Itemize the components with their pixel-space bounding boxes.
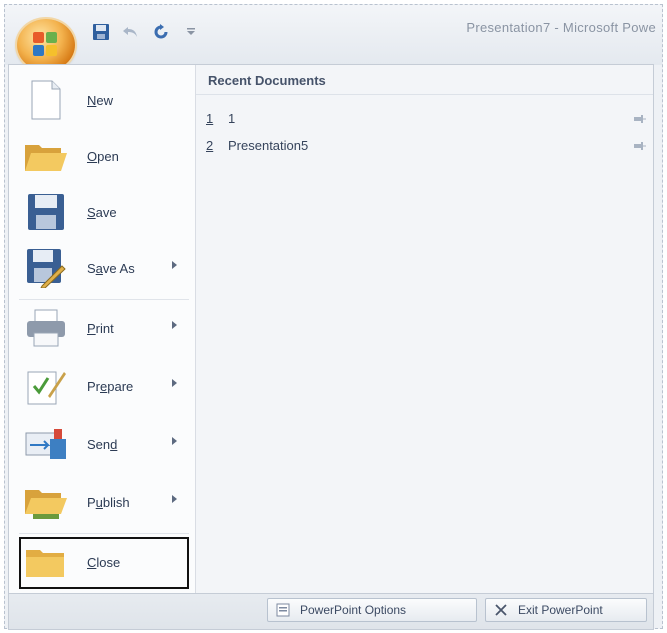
window-title: Presentation7 - Microsoft Powe: [466, 20, 656, 35]
menu-item-label: Send: [87, 436, 118, 452]
save-icon[interactable]: [89, 21, 113, 43]
submenu-arrow-icon: [172, 495, 177, 503]
printer-icon: [21, 306, 71, 350]
pin-icon[interactable]: [634, 112, 646, 123]
menu-item-close[interactable]: Close: [13, 535, 191, 589]
submenu-arrow-icon: [172, 379, 177, 387]
pin-icon[interactable]: [634, 139, 646, 150]
menu-footer: PowerPoint Options Exit PowerPoint: [8, 594, 654, 630]
menu-item-publish[interactable]: Publish: [13, 475, 191, 529]
menu-item-label: Print: [87, 320, 114, 336]
save-icon: [21, 190, 71, 234]
menu-item-prepare[interactable]: Prepare: [13, 359, 191, 413]
open-folder-icon: [21, 134, 71, 178]
menu-item-save-as[interactable]: Save As: [13, 241, 191, 295]
menu-item-label: Publish: [87, 494, 130, 510]
menu-commands: New Open Save Save As Print Prepare Send…: [9, 65, 196, 593]
new-document-icon: [21, 78, 71, 122]
close-icon: [492, 601, 510, 619]
menu-item-label: New: [87, 92, 114, 108]
recent-documents-pane: Recent Documents 1 1 2 Presentation5: [196, 65, 653, 593]
recent-document-name: Presentation5: [228, 137, 309, 153]
powerpoint-options-button[interactable]: PowerPoint Options: [267, 598, 477, 622]
menu-item-print[interactable]: Print: [13, 301, 191, 355]
exit-powerpoint-label: Exit PowerPoint: [518, 603, 603, 617]
menu-item-label: Save As: [87, 260, 135, 276]
send-icon: [21, 422, 71, 466]
menu-item-send[interactable]: Send: [13, 417, 191, 471]
recent-document-number: 1: [206, 110, 214, 126]
exit-powerpoint-button[interactable]: Exit PowerPoint: [485, 598, 647, 622]
submenu-arrow-icon: [172, 437, 177, 445]
recent-document-name: 1: [228, 110, 236, 126]
menu-item-save[interactable]: Save: [13, 185, 191, 239]
recent-document-item[interactable]: 1 1: [206, 107, 646, 129]
submenu-arrow-icon: [172, 321, 177, 329]
recent-document-item[interactable]: 2 Presentation5: [206, 134, 646, 156]
redo-icon[interactable]: [149, 21, 173, 43]
publish-icon: [21, 480, 71, 524]
prepare-icon: [21, 364, 71, 408]
recent-document-number: 2: [206, 137, 214, 153]
menu-item-open[interactable]: Open: [13, 129, 191, 183]
menu-item-label: Prepare: [87, 378, 134, 394]
menu-item-label: Open: [87, 148, 119, 164]
menu-divider: [19, 299, 189, 300]
close-folder-icon: [21, 540, 71, 584]
office-menu: New Open Save Save As Print Prepare Send…: [8, 64, 654, 594]
menu-item-label: Save: [87, 204, 117, 220]
office-logo-icon: [33, 32, 59, 58]
menu-divider: [19, 533, 189, 534]
menu-item-label: Close: [87, 554, 121, 570]
menu-item-new[interactable]: New: [13, 73, 191, 127]
save-as-icon: [21, 246, 71, 290]
recent-documents-header: Recent Documents: [196, 65, 653, 95]
quick-access-toolbar: [89, 19, 203, 45]
submenu-arrow-icon: [172, 261, 177, 269]
title-bar: Presentation7 - Microsoft Powe: [5, 5, 662, 71]
customize-dropdown-icon[interactable]: [179, 21, 203, 43]
undo-icon[interactable]: [119, 21, 143, 43]
powerpoint-options-label: PowerPoint Options: [300, 603, 407, 617]
options-icon: [274, 601, 292, 619]
